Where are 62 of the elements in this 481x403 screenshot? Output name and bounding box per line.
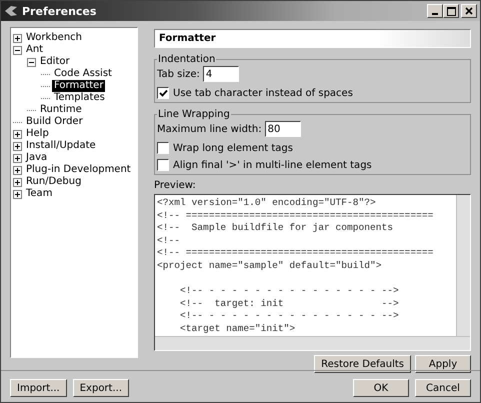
app-icon — [4, 5, 18, 17]
checkbox-label: Use tab character instead of spaces — [173, 88, 353, 98]
dialog-button[interactable]: OK — [353, 379, 409, 397]
group-title: Indentation — [157, 54, 216, 65]
code-line: <!-- =========================================== — [157, 247, 434, 260]
close-icon — [465, 7, 473, 15]
close-button[interactable] — [461, 4, 477, 18]
code-line: <target name="init"> — [179, 322, 296, 336]
code-line: <!-- — [157, 234, 182, 248]
group-title: Line Wrapping — [157, 109, 231, 120]
expand-icon[interactable] — [13, 166, 22, 174]
tree-item[interactable]: Runtime — [38, 104, 84, 116]
window-title: Preferences — [22, 4, 98, 18]
tree-item[interactable]: Workbench — [24, 32, 84, 44]
footer-button[interactable]: Export... — [72, 379, 130, 397]
footer-button[interactable]: Import... — [10, 379, 67, 397]
tree-item[interactable]: Editor — [38, 56, 72, 68]
checkbox[interactable] — [157, 87, 169, 99]
minimize-button[interactable] — [427, 4, 443, 18]
tree-item[interactable]: Code Assist — [52, 68, 114, 80]
tree-item[interactable]: Team — [24, 188, 54, 200]
code-line: <project name="sample" default="build"> — [157, 260, 383, 273]
tree-item[interactable]: Build Order — [24, 116, 85, 128]
maximize-button[interactable] — [443, 4, 459, 18]
code-line: <!-- Sample buildfile for jar components — [157, 222, 394, 235]
tree-item[interactable]: Formatter — [52, 80, 106, 92]
code-line: <!-- =========================================== — [157, 210, 434, 222]
tree-item[interactable]: Run/Debug — [24, 176, 84, 188]
expand-icon[interactable] — [13, 142, 22, 150]
expand-icon[interactable] — [13, 190, 22, 198]
page-button[interactable]: Apply — [415, 355, 471, 373]
tree-item[interactable]: Java — [24, 152, 50, 164]
code-line: <!-- - - - - - - - - - - - - - - - --> — [179, 310, 400, 323]
checkbox-label: Wrap long element tags — [173, 142, 293, 154]
maximize-icon — [446, 6, 456, 16]
input-field[interactable]: 4 — [202, 66, 239, 82]
page-title: Formatter — [154, 29, 471, 48]
checkbox[interactable] — [157, 159, 169, 171]
tree-item[interactable]: Templates — [52, 92, 107, 104]
expand-icon[interactable] — [13, 178, 22, 186]
dialog-button[interactable]: Cancel — [415, 379, 471, 397]
expand-icon[interactable] — [13, 154, 22, 162]
field-label: Maximum line width: — [157, 124, 262, 134]
checkbox-label: Align final '>' in multi-line element tags — [173, 160, 372, 170]
field-label: Tab size: — [157, 68, 200, 80]
horizontal-scrollbar[interactable] — [155, 336, 470, 350]
tree-item[interactable]: Ant — [24, 44, 46, 56]
vertical-scrollbar[interactable] — [456, 195, 470, 336]
code-line: <!-- - - - - - - - - - - - - - - - --> — [179, 285, 400, 298]
expand-icon[interactable] — [13, 130, 22, 138]
tree-item[interactable]: Help — [24, 128, 51, 140]
checkbox[interactable] — [157, 142, 169, 154]
collapse-icon[interactable] — [13, 46, 22, 54]
preview-label: Preview: — [154, 180, 197, 191]
tree-item[interactable]: Install/Update — [24, 140, 98, 152]
page-button[interactable]: Restore Defaults — [314, 355, 411, 373]
collapse-icon[interactable] — [27, 58, 36, 66]
code-line: <!-- target: init --> — [179, 298, 400, 310]
tree-item[interactable]: Plug-in Development — [24, 164, 133, 176]
code-line: <?xml version="1.0" encoding="UTF-8"?> — [157, 197, 377, 210]
expand-icon[interactable] — [13, 34, 22, 42]
input-field[interactable]: 80 — [264, 121, 301, 137]
